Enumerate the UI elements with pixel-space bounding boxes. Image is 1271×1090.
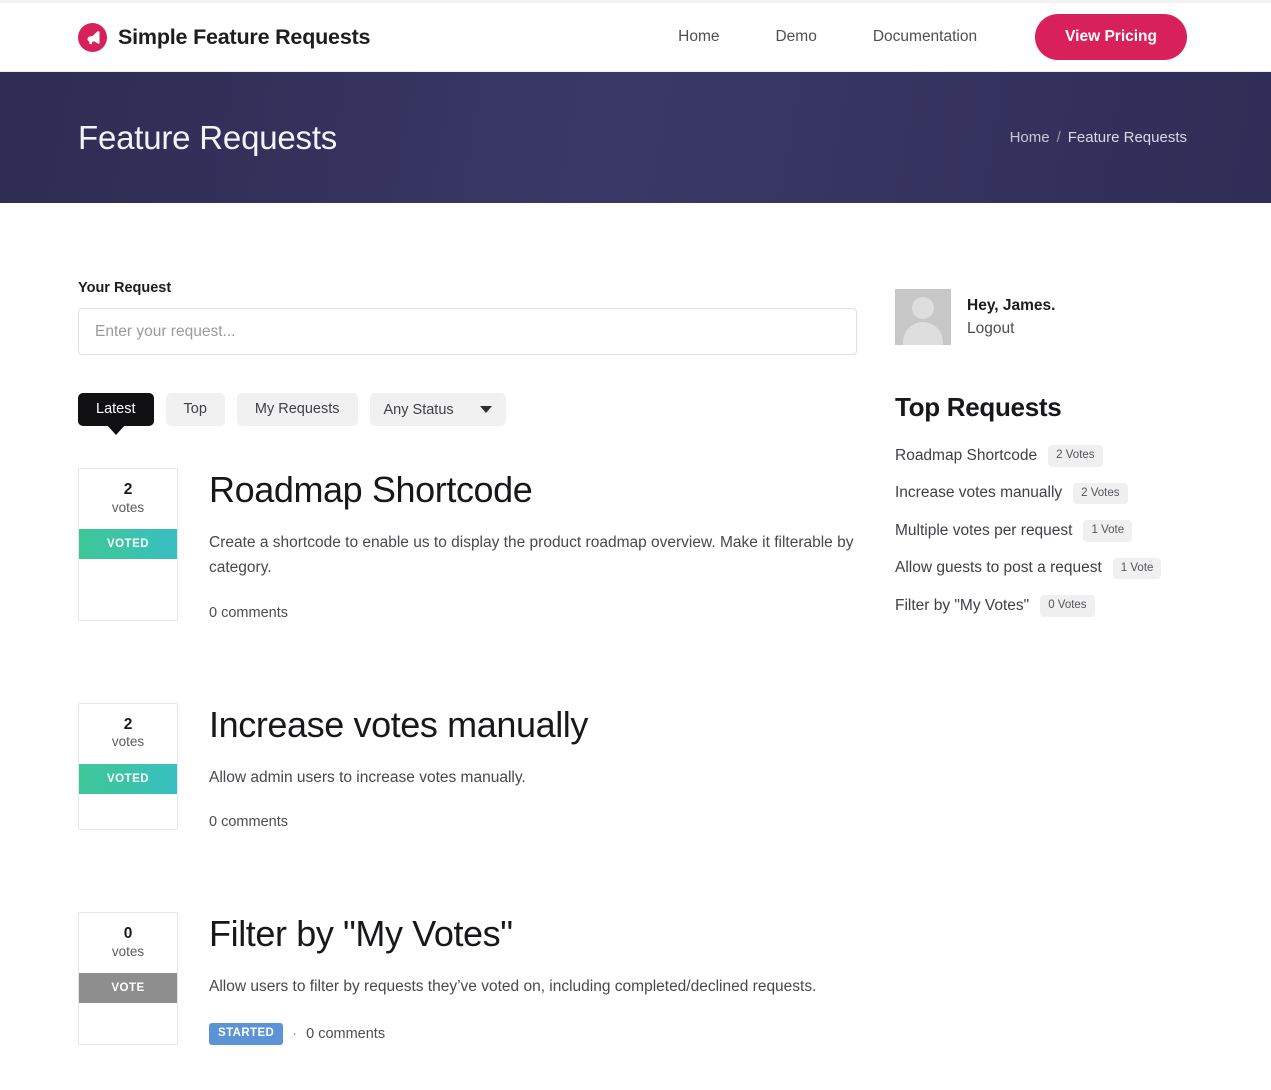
comments-link[interactable]: 0 comments xyxy=(209,814,288,830)
breadcrumb-current: Feature Requests xyxy=(1067,129,1187,146)
top-requests-heading: Top Requests xyxy=(895,392,1062,422)
main-navigation: Home Demo Documentation View Pricing xyxy=(650,14,1187,60)
status-badge: STARTED xyxy=(209,1023,284,1045)
request-description: Allow users to filter by requests they’v… xyxy=(209,978,817,996)
filter-bar: Latest Top My Requests Any Status xyxy=(78,393,857,426)
avatar-head-shape xyxy=(912,297,934,319)
request-description: Create a shortcode to enable us to displ… xyxy=(209,534,854,577)
request-body: Filter by "My Votes" Allow users to filt… xyxy=(209,912,857,1045)
breadcrumb: Home / Feature Requests xyxy=(1010,129,1187,146)
filter-tab-my-requests[interactable]: My Requests xyxy=(236,393,358,426)
vote-count: 2 xyxy=(123,481,133,498)
list-item: Increase votes manually 2 Votes xyxy=(895,482,1205,504)
top-request-link[interactable]: Filter by "My Votes" xyxy=(895,597,1029,615)
meta-separator: · xyxy=(292,1026,298,1043)
request-meta: 0 comments xyxy=(209,814,857,830)
vote-label: votes xyxy=(111,499,145,515)
top-requests-list: Roadmap Shortcode 2 Votes Increase votes… xyxy=(895,445,1205,617)
breadcrumb-separator: / xyxy=(1056,129,1061,146)
filter-tab-top[interactable]: Top xyxy=(165,393,225,426)
request-input[interactable] xyxy=(78,308,857,355)
request-meta: 0 comments xyxy=(209,605,857,621)
request-title[interactable]: Filter by "My Votes" xyxy=(209,913,857,954)
vote-count-badge: 1 Vote xyxy=(1112,557,1162,579)
user-greeting: Hey, James. xyxy=(967,296,1056,314)
request-meta: STARTED · 0 comments xyxy=(209,1023,857,1045)
vote-box: 0 votes VOTE xyxy=(78,911,178,1045)
vote-count: 0 xyxy=(123,924,133,942)
vote-label: votes xyxy=(111,943,145,959)
logout-link[interactable]: Logout xyxy=(967,317,1014,340)
request-list: 2 votes VOTED Roadmap Shortcode Create a… xyxy=(78,468,857,1045)
nav-link-documentation[interactable]: Documentation xyxy=(845,28,1005,46)
top-request-link[interactable]: Allow guests to post a request xyxy=(895,559,1102,577)
list-item: Allow guests to post a request 1 Vote xyxy=(895,557,1205,579)
request-item: 0 votes VOTE Filter by "My Votes" Allow … xyxy=(78,911,857,1045)
avatar-body-shape xyxy=(903,322,943,345)
top-request-link[interactable]: Roadmap Shortcode xyxy=(895,447,1037,465)
list-item: Multiple votes per request 1 Vote xyxy=(895,520,1205,542)
view-pricing-button[interactable]: View Pricing xyxy=(1035,14,1187,60)
list-item: Roadmap Shortcode 2 Votes xyxy=(895,445,1205,467)
vote-count: 2 xyxy=(123,715,133,733)
comments-link[interactable]: 0 comments xyxy=(306,1026,385,1042)
filter-tab-latest[interactable]: Latest xyxy=(78,393,154,426)
brand-name: Simple Feature Requests xyxy=(118,24,371,49)
site-header: Simple Feature Requests Home Demo Docume… xyxy=(0,3,1271,72)
page-banner: Feature Requests Home / Feature Requests xyxy=(0,72,1271,203)
request-body: Roadmap Shortcode Create a shortcode to … xyxy=(209,468,857,621)
request-description: Allow admin users to increase votes manu… xyxy=(209,768,526,786)
vote-count-badge: 2 Votes xyxy=(1048,445,1103,467)
comments-link[interactable]: 0 comments xyxy=(209,605,288,621)
request-title[interactable]: Roadmap Shortcode xyxy=(209,469,857,510)
main-column: Your Request Latest Top My Requests Any … xyxy=(78,280,857,1090)
request-title[interactable]: Increase votes manually xyxy=(209,704,857,745)
nav-link-home[interactable]: Home xyxy=(650,28,747,46)
sidebar: Hey, James. Logout Top Requests Roadmap … xyxy=(895,280,1205,633)
user-block: Hey, James. Logout xyxy=(895,289,1205,345)
page-content: Your Request Latest Top My Requests Any … xyxy=(0,203,1271,1090)
chevron-down-icon xyxy=(479,406,492,413)
vote-button[interactable]: VOTED xyxy=(79,529,177,560)
status-filter-dropdown[interactable]: Any Status xyxy=(369,393,506,426)
top-request-link[interactable]: Increase votes manually xyxy=(895,484,1062,502)
vote-count-badge: 0 Votes xyxy=(1040,595,1095,617)
vote-button[interactable]: VOTED xyxy=(79,763,177,794)
vote-button[interactable]: VOTE xyxy=(79,972,177,1003)
request-body: Increase votes manually Allow admin user… xyxy=(209,703,857,830)
vote-label: votes xyxy=(111,734,145,750)
status-filter-value: Any Status xyxy=(383,401,454,418)
list-item: Filter by "My Votes" 0 Votes xyxy=(895,595,1205,617)
avatar xyxy=(895,289,951,345)
page-title: Feature Requests xyxy=(78,118,338,156)
request-item: 2 votes VOTED Increase votes manually Al… xyxy=(78,702,857,830)
vote-box: 2 votes VOTED xyxy=(78,702,178,830)
brand-logo-link[interactable]: Simple Feature Requests xyxy=(78,22,371,52)
request-form-label: Your Request xyxy=(78,280,172,296)
vote-count-badge: 1 Vote xyxy=(1083,520,1133,542)
vote-box: 2 votes VOTED xyxy=(78,468,178,621)
megaphone-icon xyxy=(78,22,107,52)
breadcrumb-home-link[interactable]: Home xyxy=(1010,129,1050,146)
nav-link-demo[interactable]: Demo xyxy=(747,28,844,46)
vote-count-badge: 2 Votes xyxy=(1073,482,1128,504)
top-request-link[interactable]: Multiple votes per request xyxy=(895,522,1072,540)
request-item: 2 votes VOTED Roadmap Shortcode Create a… xyxy=(78,468,857,621)
